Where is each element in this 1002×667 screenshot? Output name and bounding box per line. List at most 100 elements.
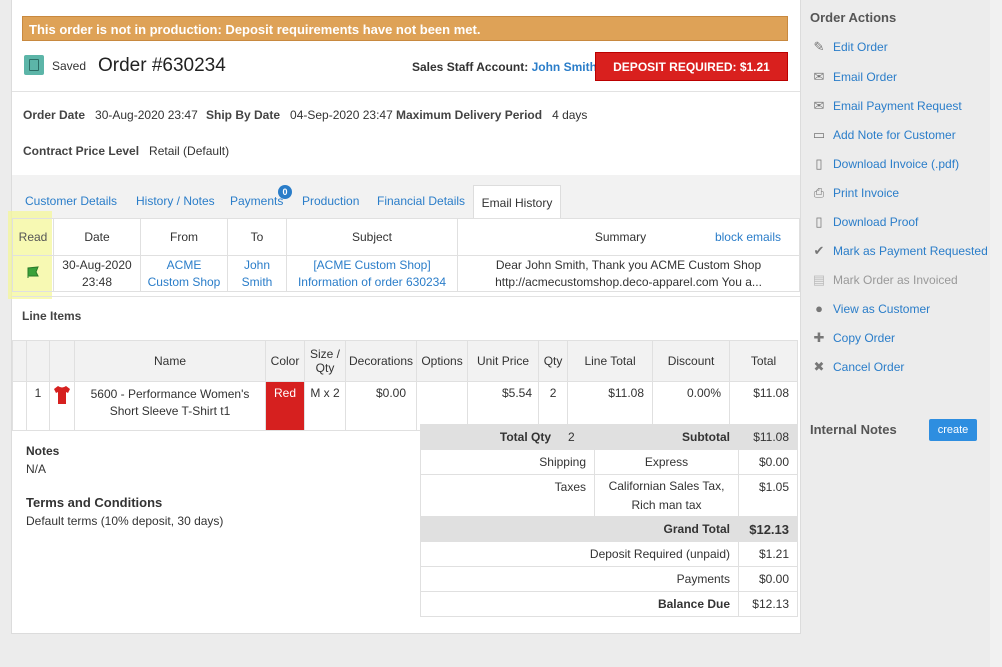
order-date-label: Order Date <box>23 108 86 122</box>
sales-staff: Sales Staff Account: John Smith <box>412 60 597 74</box>
internal-notes-title: Internal Notes <box>810 422 897 437</box>
sales-staff-label: Sales Staff Account: <box>412 60 529 74</box>
view-as-customer-label: View as Customer <box>833 302 931 316</box>
col-from: From <box>140 218 228 256</box>
edit-order-label: Edit Order <box>833 40 888 54</box>
total-qty-label: Total Qty <box>420 424 560 450</box>
download-proof-label: Download Proof <box>833 215 919 229</box>
balance-value: $12.13 <box>738 591 798 617</box>
cancel-order-label: Cancel Order <box>833 360 905 374</box>
col-total: Total <box>729 340 798 382</box>
max-delivery: Maximum Delivery Period 4 days <box>396 108 587 122</box>
pencil-icon: ✎ <box>813 39 825 54</box>
tab-email-history[interactable]: Email History <box>473 185 561 218</box>
tab-payments[interactable]: Payments <box>230 194 283 208</box>
col-name: Name <box>74 340 266 382</box>
save-icon[interactable] <box>24 55 44 75</box>
order-panel: This order is not in production: Deposit… <box>8 0 801 634</box>
tab-production[interactable]: Production <box>302 194 359 208</box>
invoice-icon: ▤ <box>812 272 826 287</box>
read-status <box>12 255 54 292</box>
plus-icon: ✚ <box>813 330 825 345</box>
terms-title: Terms and Conditions <box>26 495 163 510</box>
download-invoice-label: Download Invoice (.pdf) <box>833 157 960 171</box>
col-summary-label: Summary <box>594 230 647 244</box>
taxes-label: Taxes <box>420 474 595 517</box>
scrollbar[interactable] <box>990 0 1002 667</box>
balance-label: Balance Due <box>420 591 739 617</box>
payments-label: Payments <box>420 566 739 592</box>
email-from-link[interactable]: ACME Custom Shop <box>140 255 228 292</box>
deposit-label: Deposit Required (unpaid) <box>420 541 739 567</box>
document-icon: ▯ <box>815 156 823 171</box>
production-warning-banner: This order is not in production: Deposit… <box>22 16 788 41</box>
subtotal-label: Subtotal <box>594 424 739 450</box>
notes-title: Notes <box>26 444 60 458</box>
col-size-qty: Size / Qty <box>304 340 346 382</box>
balance-row: Balance Due $12.13 <box>420 591 798 617</box>
tab-customer-details[interactable]: Customer Details <box>25 194 117 208</box>
subtotal-value: $11.08 <box>738 424 798 450</box>
product-image[interactable] <box>49 381 75 431</box>
tab-history-notes[interactable]: History / Notes <box>136 194 215 208</box>
order-date-value: 30-Aug-2020 23:47 <box>95 108 198 122</box>
ship-by-date: Ship By Date 04-Sep-2020 23:47 <box>206 108 393 122</box>
col-decorations: Decorations <box>344 340 418 382</box>
col-color: Color <box>265 340 305 382</box>
email-payment-request-label: Email Payment Request <box>833 99 962 113</box>
mark-payment-requested-label: Mark as Payment Requested <box>833 244 988 258</box>
terms-value: Default terms (10% deposit, 30 days) <box>26 514 224 528</box>
email-subject-link[interactable]: [ACME Custom Shop] Information of order … <box>286 255 458 292</box>
line-item-blank <box>12 381 27 431</box>
email-row[interactable]: 30-Aug-2020 23:48 ACME Custom Shop John … <box>12 255 800 292</box>
product-color: Red <box>265 381 305 431</box>
max-delivery-label: Maximum Delivery Period <box>396 108 543 122</box>
document-icon: ▯ <box>815 214 823 229</box>
totals-table: Total Qty 2 Subtotal $11.08 Shipping Exp… <box>420 424 798 617</box>
divider <box>12 296 800 297</box>
col-image <box>49 340 75 382</box>
order-actions-title: Order Actions <box>810 10 897 25</box>
contract-value: Retail (Default) <box>149 144 230 158</box>
line-item-number: 1 <box>26 381 50 431</box>
col-line-total: Line Total <box>567 340 654 382</box>
sales-staff-link[interactable]: John Smith <box>532 60 597 74</box>
comment-icon: ▭ <box>812 127 826 142</box>
envelope-icon: ✉ <box>813 69 825 84</box>
shipping-value: $0.00 <box>738 449 798 475</box>
email-date: 30-Aug-2020 23:48 <box>53 255 141 292</box>
deposit-value: $1.21 <box>738 541 798 567</box>
payments-value: $0.00 <box>738 566 798 592</box>
add-note-label: Add Note for Customer <box>833 128 956 142</box>
product-decorations: $0.00 <box>344 381 418 431</box>
divider <box>12 91 800 92</box>
tab-financial-details[interactable]: Financial Details <box>377 194 465 208</box>
flag-read-icon <box>27 266 39 278</box>
grand-total-row: Grand Total $12.13 <box>420 516 798 542</box>
block-emails-link[interactable]: block emails <box>715 230 781 244</box>
line-items-header: Name Color Size / Qty Decorations Option… <box>12 340 798 382</box>
col-discount: Discount <box>652 340 731 382</box>
taxes-row: Taxes Californian Sales Tax, Rich man ta… <box>420 474 798 517</box>
col-date: Date <box>53 218 141 256</box>
copy-order-label: Copy Order <box>833 331 896 345</box>
col-options: Options <box>416 340 469 382</box>
deposit-required-button[interactable]: DEPOSIT REQUIRED: $1.21 <box>595 52 788 81</box>
col-to: To <box>227 218 287 256</box>
col-blank <box>12 340 27 382</box>
email-order-label: Email Order <box>833 70 898 84</box>
col-subject: Subject <box>286 218 458 256</box>
user-icon: ● <box>815 301 823 316</box>
email-to-link[interactable]: John Smith <box>227 255 287 292</box>
email-summary: Dear John Smith, Thank you ACME Custom S… <box>457 255 800 292</box>
mark-invoiced-label: Mark Order as Invoiced <box>833 273 958 287</box>
email-table-header: Read Date From To Subject Summary block … <box>12 218 800 256</box>
product-name: 5600 - Performance Women's Short Sleeve … <box>74 381 266 431</box>
shipping-label: Shipping <box>420 449 595 475</box>
payments-row: Payments $0.00 <box>420 566 798 592</box>
col-summary: Summary block emails <box>457 218 800 256</box>
payments-count-badge: 0 <box>278 185 292 199</box>
print-icon: ⎙ <box>813 185 825 200</box>
line-items-title: Line Items <box>22 309 82 323</box>
create-note-button[interactable]: create <box>929 419 977 441</box>
